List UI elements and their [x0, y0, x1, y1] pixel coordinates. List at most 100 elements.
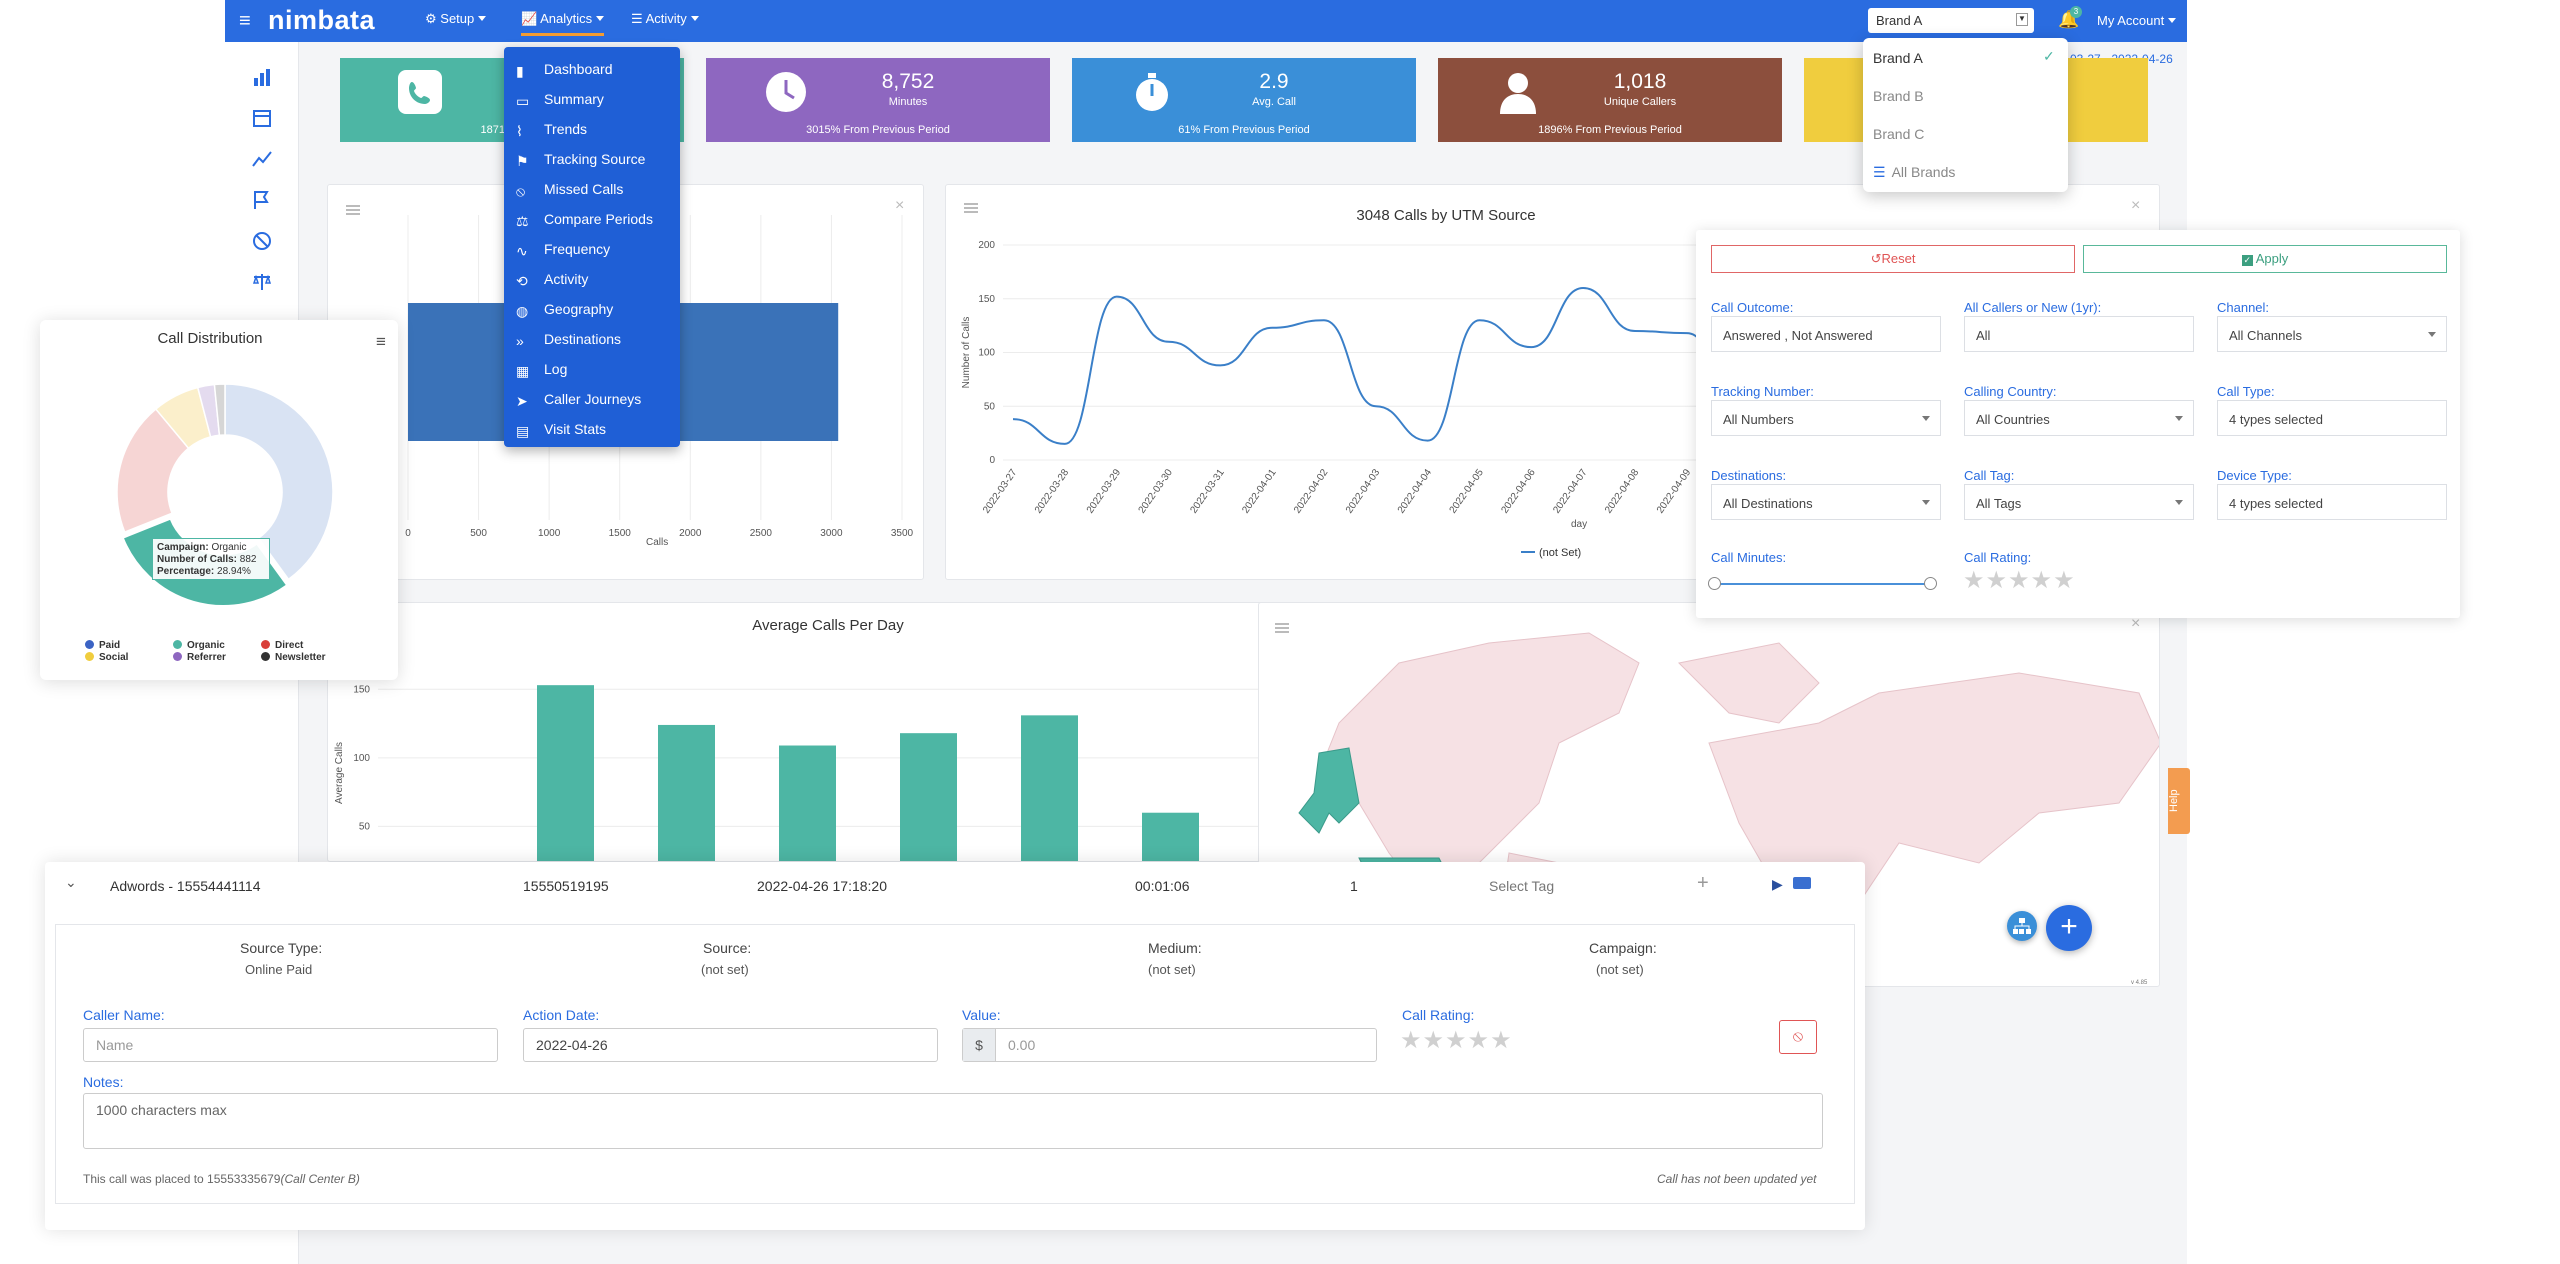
- star-icon[interactable]: ★: [1423, 1027, 1446, 1054]
- star-icon[interactable]: ★: [2008, 567, 2031, 594]
- flag-icon[interactable]: [251, 189, 273, 211]
- y-tick-label: 50: [359, 821, 371, 832]
- apply-button[interactable]: ✓ Apply: [2083, 245, 2447, 273]
- y-tick-label: 50: [984, 401, 996, 412]
- analytics-menu-item[interactable]: » Destinations: [516, 331, 621, 351]
- filter-select[interactable]: All Channels: [2217, 316, 2447, 352]
- analytics-menu-item[interactable]: ⦸ Missed Calls: [516, 181, 623, 201]
- stat-label: Minutes: [888, 96, 928, 108]
- add-button[interactable]: +: [2046, 905, 2092, 951]
- analytics-menu-item[interactable]: ∿ Frequency: [516, 241, 610, 261]
- chevron-down-icon[interactable]: ⌄: [65, 874, 77, 891]
- star-icon[interactable]: ★: [1490, 1027, 1513, 1054]
- brand-select[interactable]: Brand A ▼: [1868, 8, 2034, 33]
- select-tag[interactable]: Select Tag: [1489, 878, 1554, 894]
- menu-item-label: Geography: [544, 301, 614, 317]
- filter-select[interactable]: All Numbers: [1711, 400, 1941, 436]
- menu-item-icon: ▤: [516, 423, 530, 439]
- action-date-input[interactable]: 2022-04-26: [523, 1028, 938, 1062]
- legend-item[interactable]: Social: [85, 652, 128, 663]
- star-icon[interactable]: ★: [1445, 1027, 1468, 1054]
- filter-select[interactable]: Answered , Not Answered: [1711, 316, 1941, 352]
- checkbox-icon: ✓: [2241, 255, 2253, 266]
- add-tag-icon[interactable]: +: [1697, 872, 1709, 895]
- brand-option-a[interactable]: Brand A: [1873, 50, 1923, 66]
- play-icon[interactable]: ▶: [1772, 876, 1783, 893]
- star-icon[interactable]: ★: [1986, 567, 2009, 594]
- x-tick-label: 3500: [891, 528, 914, 539]
- reset-button[interactable]: ↺Reset: [1711, 245, 2075, 273]
- star-icon[interactable]: ★: [1468, 1027, 1491, 1054]
- caller-name-input[interactable]: Name: [83, 1028, 498, 1062]
- minutes-slider-track[interactable]: [1714, 583, 1930, 585]
- legend-item[interactable]: Organic: [173, 640, 225, 651]
- scale-icon[interactable]: [251, 271, 273, 293]
- analytics-menu-item[interactable]: ▮ Dashboard: [516, 61, 613, 81]
- tooltip-value: 882: [239, 554, 257, 565]
- calendar-icon[interactable]: [251, 107, 273, 129]
- star-icon[interactable]: ★: [1400, 1027, 1423, 1054]
- notes-textarea[interactable]: 1000 characters max: [83, 1093, 1823, 1149]
- ban-icon[interactable]: [251, 230, 273, 252]
- filter-select[interactable]: 4 types selected: [2217, 484, 2447, 520]
- analytics-menu-item[interactable]: ⌇ Trends: [516, 121, 587, 141]
- analytics-menu-item[interactable]: ▤ Visit Stats: [516, 421, 606, 441]
- minutes-slider-min-handle[interactable]: [1708, 577, 1721, 590]
- ban-icon: ⦸: [1792, 1028, 1804, 1045]
- legend-item[interactable]: Paid: [85, 640, 120, 651]
- trend-icon[interactable]: [251, 148, 273, 170]
- call-rating-label: Call Rating:: [1964, 550, 2032, 565]
- recording-icon[interactable]: [1793, 877, 1811, 889]
- call-rating-stars[interactable]: ★★★★★: [1400, 1026, 1513, 1055]
- menu-item-icon: ⚑: [516, 153, 529, 169]
- filter-label: All Callers or New (1yr):: [1964, 300, 2102, 315]
- analytics-menu-item[interactable]: ➤ Caller Journeys: [516, 391, 641, 411]
- filter-value: 4 types selected: [2229, 412, 2323, 427]
- legend-item[interactable]: Direct: [261, 640, 303, 651]
- star-icon[interactable]: ★: [2053, 567, 2076, 594]
- nav-analytics[interactable]: 📈 Analytics: [521, 11, 605, 36]
- filter-select[interactable]: 4 types selected: [2217, 400, 2447, 436]
- star-icon[interactable]: ★: [2031, 567, 2054, 594]
- analytics-menu-item[interactable]: ⚑ Tracking Source: [516, 151, 645, 171]
- menu-item-icon: ⚖: [516, 213, 529, 229]
- analytics-menu-item[interactable]: ▦ Log: [516, 361, 567, 381]
- x-tick-label: 2022-04-09: [1655, 467, 1694, 516]
- menu-item-label: Visit Stats: [544, 421, 606, 437]
- nav-activity[interactable]: ☰ Activity: [631, 11, 699, 27]
- sitemap-button[interactable]: [2007, 911, 2037, 941]
- legend-label: Organic: [187, 640, 225, 651]
- analytics-menu-item[interactable]: ⟲ Activity: [516, 271, 588, 291]
- bar: [537, 685, 594, 861]
- value-input[interactable]: $0.00: [962, 1028, 1377, 1062]
- menu-item-label: Frequency: [544, 241, 611, 257]
- minutes-slider-max-handle[interactable]: [1924, 577, 1937, 590]
- filter-select[interactable]: All Destinations: [1711, 484, 1941, 520]
- currency-addon: $: [963, 1029, 996, 1061]
- brand-option-all[interactable]: ☰ All Brands: [1873, 164, 1955, 181]
- filter-label: Device Type:: [2217, 468, 2292, 483]
- bar-chart-icon[interactable]: [251, 66, 273, 88]
- tooltip-label: Number of Calls:: [157, 554, 238, 565]
- filter-select[interactable]: All Countries: [1964, 400, 2194, 436]
- brand-option-b[interactable]: Brand B: [1873, 88, 1924, 104]
- analytics-menu-item[interactable]: ⚖ Compare Periods: [516, 211, 653, 231]
- help-tab[interactable]: Help: [2168, 768, 2190, 834]
- legend-item[interactable]: (not Set): [1521, 547, 1581, 559]
- filter-select[interactable]: All Tags: [1964, 484, 2194, 520]
- call-rating-stars[interactable]: ★★★★★: [1963, 566, 2076, 595]
- version-label: v 4.85: [2131, 980, 2148, 986]
- filter-select[interactable]: All: [1964, 316, 2194, 352]
- menu-item-label: Summary: [544, 91, 604, 107]
- analytics-menu-item[interactable]: ▭ Summary: [516, 91, 604, 111]
- legend-item[interactable]: Referrer: [173, 652, 226, 663]
- my-account-menu[interactable]: My Account: [2097, 13, 2177, 28]
- block-caller-button[interactable]: ⦸: [1779, 1020, 1817, 1054]
- brand-option-c[interactable]: Brand C: [1873, 126, 1924, 142]
- nav-setup[interactable]: ⚙ Setup: [425, 11, 487, 27]
- legend-item[interactable]: Newsletter: [261, 652, 326, 663]
- x-tick-label: 2000: [679, 528, 702, 539]
- hamburger-menu-icon[interactable]: ≡: [239, 10, 251, 33]
- analytics-menu-item[interactable]: ◍ Geography: [516, 301, 613, 321]
- star-icon[interactable]: ★: [1963, 567, 1986, 594]
